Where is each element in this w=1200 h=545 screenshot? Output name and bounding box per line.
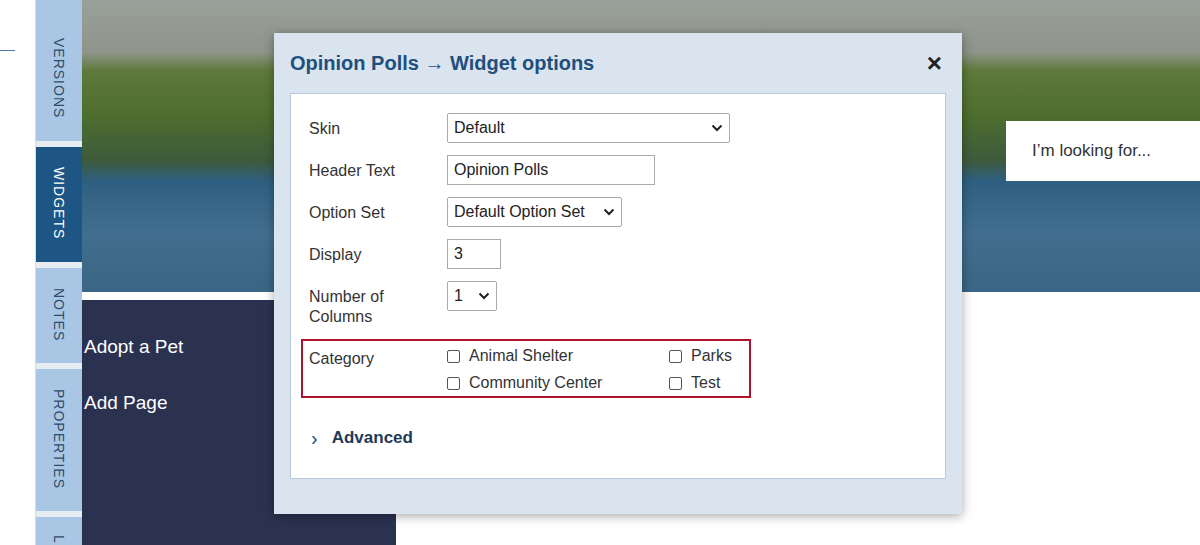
select-field[interactable]: Default bbox=[447, 113, 730, 143]
form-row: Display 3 bbox=[309, 239, 927, 269]
category-checkbox[interactable]: Community Center bbox=[447, 374, 669, 392]
sidebar-tab[interactable]: NOTES bbox=[36, 268, 82, 363]
sidebar-tab[interactable]: VERSIONS bbox=[36, 0, 82, 141]
field-label: Number of Columns bbox=[309, 281, 409, 327]
select-field[interactable]: Default Option Set bbox=[447, 197, 622, 227]
checkbox-icon[interactable] bbox=[447, 377, 460, 390]
left-strip bbox=[0, 0, 36, 545]
widget-options-dialog: Opinion Polls → Widget options × Skin Defau… bbox=[274, 33, 962, 514]
form-row: Header Text Opinion Polls bbox=[309, 155, 927, 185]
field-label: Display bbox=[309, 239, 409, 265]
checkbox-icon[interactable] bbox=[447, 350, 460, 363]
checkbox-icon[interactable] bbox=[669, 377, 682, 390]
field-label: Header Text bbox=[309, 155, 409, 181]
advanced-toggle[interactable]: ›Advanced bbox=[309, 428, 927, 448]
strip-line bbox=[0, 50, 15, 51]
dialog-title: Opinion Polls → Widget options bbox=[290, 52, 594, 75]
sidebar-tab[interactable]: PROPERTIES bbox=[36, 369, 82, 511]
field-label: Category bbox=[309, 347, 409, 369]
chevron-down-icon bbox=[711, 124, 723, 132]
form-row: Skin Default bbox=[309, 113, 927, 143]
category-options: Animal Shelter Community CenterParks Test bbox=[447, 347, 732, 392]
chevron-down-icon bbox=[603, 208, 615, 216]
sidebar-tab[interactable]: L bbox=[36, 517, 82, 545]
search-box[interactable]: I’m looking for... bbox=[1006, 121, 1200, 181]
checkbox-icon[interactable] bbox=[669, 350, 682, 363]
text-field[interactable]: Opinion Polls bbox=[447, 155, 655, 185]
dialog-header: Opinion Polls → Widget options × bbox=[290, 33, 946, 93]
page: VERSIONS WIDGETS NOTES PROPERTIES L I’m looki… bbox=[0, 0, 1200, 545]
category-row: Category Animal Shelter Community CenterPa… bbox=[301, 339, 751, 398]
form-row: Number of Columns 1 bbox=[309, 281, 927, 327]
close-button[interactable]: × bbox=[927, 50, 942, 76]
category-checkbox[interactable]: Animal Shelter bbox=[447, 347, 669, 365]
category-checkbox[interactable]: Test bbox=[669, 374, 732, 392]
field-label: Option Set bbox=[309, 197, 409, 223]
form-row: Option Set Default Option Set bbox=[309, 197, 927, 227]
sidebar-tab[interactable]: WIDGETS bbox=[36, 147, 82, 262]
select-field[interactable]: 1 bbox=[447, 281, 497, 311]
sidebar-tabs: VERSIONS WIDGETS NOTES PROPERTIES L bbox=[36, 0, 82, 545]
field-label: Skin bbox=[309, 113, 409, 139]
chevron-down-icon bbox=[478, 292, 490, 300]
category-checkbox[interactable]: Parks bbox=[669, 347, 732, 365]
dialog-body: Skin Default Header Text Opinion Polls Optio… bbox=[290, 93, 946, 479]
chevron-right-icon: › bbox=[311, 428, 318, 448]
text-field[interactable]: 3 bbox=[447, 239, 501, 269]
